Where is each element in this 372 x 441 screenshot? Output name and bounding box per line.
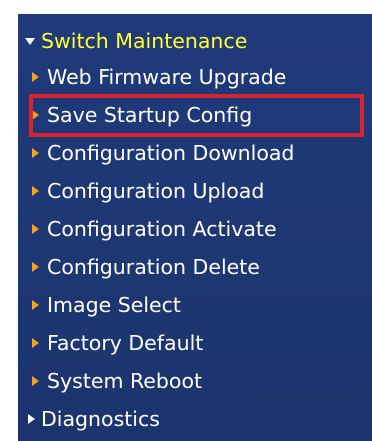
navigation-menu: Switch Maintenance Web Firmware Upgrade … xyxy=(18,14,372,441)
menu-item-diagnostics[interactable]: Diagnostics xyxy=(18,400,160,438)
menu-item-label: Image Select xyxy=(47,293,181,317)
arrow-right-icon xyxy=(32,72,39,82)
page: Switch Maintenance Web Firmware Upgrade … xyxy=(0,0,372,441)
arrow-right-icon xyxy=(32,110,39,120)
menu-item-configuration-download[interactable]: Configuration Download xyxy=(18,134,294,172)
menu-item-web-firmware-upgrade[interactable]: Web Firmware Upgrade xyxy=(18,58,286,96)
menu-item-configuration-upload[interactable]: Configuration Upload xyxy=(18,172,264,210)
arrow-right-icon xyxy=(32,300,39,310)
arrow-right-icon xyxy=(32,376,39,386)
arrow-right-icon xyxy=(32,148,39,158)
menu-item-label: System Reboot xyxy=(47,369,203,393)
menu-item-label: Factory Default xyxy=(47,331,204,355)
menu-item-factory-default[interactable]: Factory Default xyxy=(18,324,203,362)
arrow-right-icon xyxy=(28,414,35,424)
menu-item-label: Configuration Upload xyxy=(47,179,265,203)
menu-header-label: Switch Maintenance xyxy=(41,29,248,53)
menu-item-image-select[interactable]: Image Select xyxy=(18,286,181,324)
menu-item-system-reboot[interactable]: System Reboot xyxy=(18,362,202,400)
arrow-right-icon xyxy=(32,262,39,272)
menu-item-save-startup-config[interactable]: Save Startup Config xyxy=(18,96,252,134)
caret-down-icon xyxy=(25,37,35,45)
menu-item-configuration-activate[interactable]: Configuration Activate xyxy=(18,210,277,248)
menu-item-label: Web Firmware Upgrade xyxy=(47,65,287,89)
menu-item-configuration-delete[interactable]: Configuration Delete xyxy=(18,248,260,286)
menu-item-label: Configuration Download xyxy=(47,141,295,165)
menu-item-label: Configuration Delete xyxy=(47,255,260,279)
arrow-right-icon xyxy=(32,224,39,234)
menu-item-label: Save Startup Config xyxy=(47,103,253,127)
menu-item-label: Diagnostics xyxy=(41,407,160,431)
arrow-right-icon xyxy=(32,186,39,196)
menu-item-label: Configuration Activate xyxy=(47,217,277,241)
menu-header-switch-maintenance[interactable]: Switch Maintenance xyxy=(18,22,247,60)
arrow-right-icon xyxy=(32,338,39,348)
